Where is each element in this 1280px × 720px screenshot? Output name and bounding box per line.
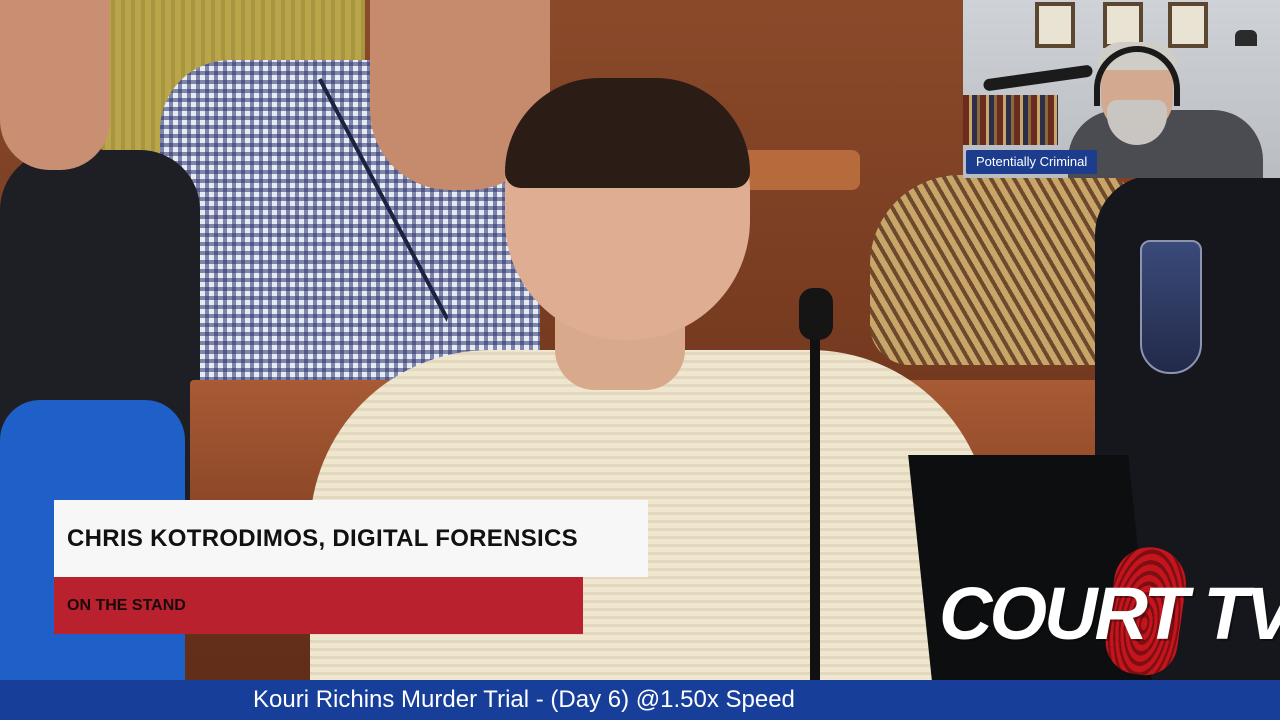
- lower-third-subtitle: ON THE STAND: [67, 597, 186, 614]
- wall-frame: [1168, 2, 1208, 48]
- microphone-stand: [810, 320, 820, 680]
- lower-third-name-title: CHRIS KOTRODIMOS, DIGITAL FORENSICS: [67, 525, 578, 552]
- lower-third-name-bar: CHRIS KOTRODIMOS, DIGITAL FORENSICS: [54, 500, 648, 577]
- bottom-ticker: Kouri Richins Murder Trial - (Day 6) @1.…: [0, 680, 1280, 720]
- webcam-inset: Potentially Criminal: [963, 0, 1280, 178]
- microphone-icon: [799, 288, 833, 340]
- lower-third-subtitle-bar: ON THE STAND: [54, 577, 583, 634]
- man-dark-suit-head: [0, 0, 110, 170]
- lamp-icon: [1235, 30, 1257, 46]
- bookshelf: [963, 95, 1058, 145]
- wall-frame: [1035, 2, 1075, 48]
- ticker-title: Kouri Richins Murder Trial - (Day 6) @1.…: [253, 686, 795, 713]
- boom-mic-icon: [982, 64, 1094, 92]
- sheriff-patch-icon: [1140, 240, 1202, 374]
- inset-channel-label: Potentially Criminal: [966, 150, 1098, 174]
- court-tv-logo: COURT TV: [935, 542, 1280, 680]
- court-tv-logo-text: COURT TV: [939, 572, 1280, 655]
